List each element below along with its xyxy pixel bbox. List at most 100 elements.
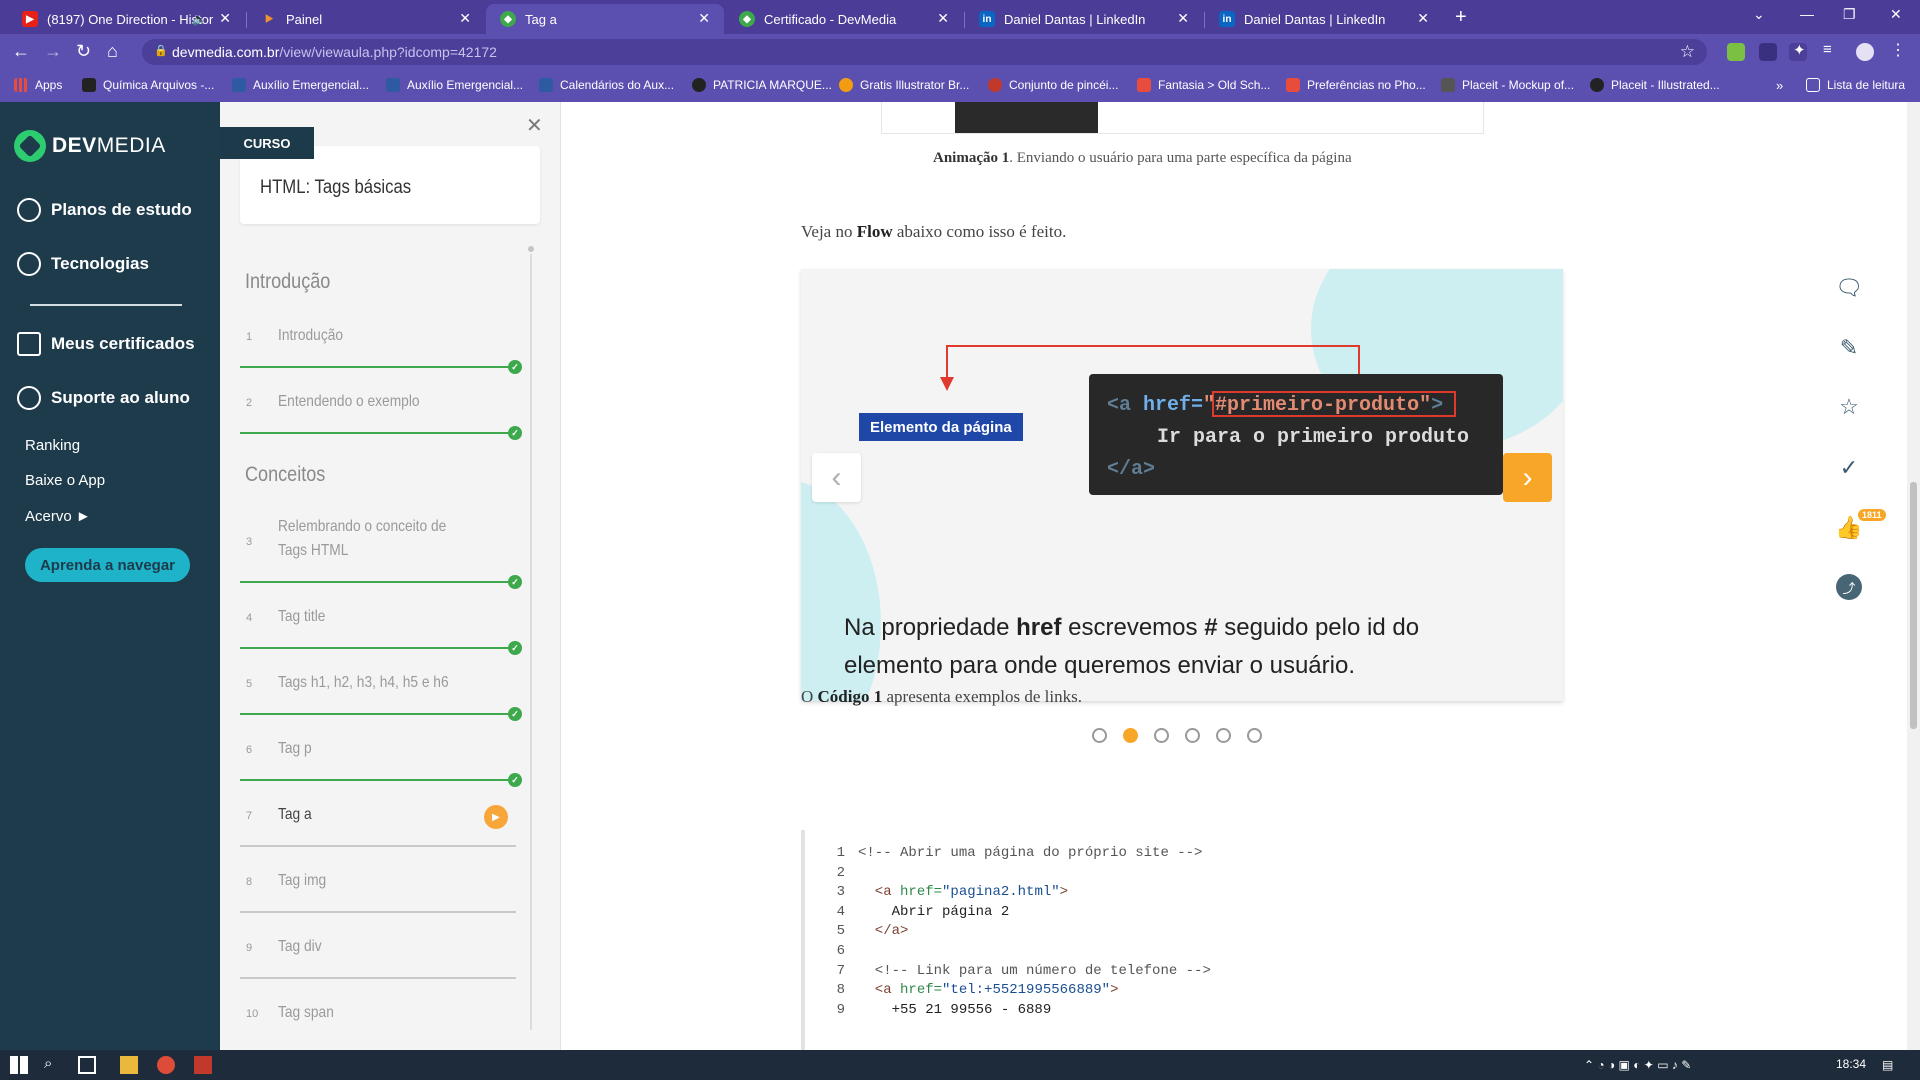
close-icon[interactable]: ✕ <box>526 113 543 138</box>
notifications-icon[interactable]: ▤ <box>1882 1058 1893 1072</box>
lesson-item[interactable]: 9 Tag div <box>240 913 525 979</box>
reload-icon[interactable]: ↻ <box>76 41 91 62</box>
close-tab-icon[interactable]: ✕ <box>937 10 949 27</box>
pagination-dot[interactable] <box>1154 728 1169 743</box>
more-bookmarks-icon[interactable]: » <box>1776 78 1783 93</box>
bookmark[interactable]: Gratis Illustrator Br... <box>839 78 969 92</box>
bookmark[interactable]: Placeit - Mockup of... <box>1441 78 1574 92</box>
tab[interactable]: ⯈ Painel ✕ <box>247 4 485 34</box>
star-icon[interactable]: ☆ <box>1837 394 1861 419</box>
bookmarks-bar: Apps Química Arquivos -... Auxílio Emerg… <box>0 70 1920 102</box>
bookmark-apps[interactable]: Apps <box>14 78 62 92</box>
extension-icon[interactable] <box>1727 43 1745 61</box>
bookmark[interactable]: Preferências no Pho... <box>1286 78 1426 92</box>
devmedia-logo[interactable]: DEVMEDIA <box>14 130 166 162</box>
reading-list-icon[interactable]: ≡ <box>1823 41 1841 59</box>
bookmark[interactable]: Calendários do Aux... <box>539 78 674 92</box>
minimize-button[interactable]: — <box>1800 6 1814 22</box>
tab[interactable]: in Daniel Dantas | LinkedIn ✕ <box>965 4 1203 34</box>
check-circle-icon[interactable]: ✓ <box>1837 455 1861 480</box>
lesson-item-current[interactable]: 7 Tag a ▶ <box>240 781 525 847</box>
pagination-dot[interactable] <box>1123 728 1138 743</box>
course-title[interactable]: HTML: Tags básicas <box>260 177 411 199</box>
lesson-item[interactable]: 8 Tag img <box>240 847 525 913</box>
scrollbar-thumb[interactable] <box>1910 482 1917 729</box>
logo-text: DEVMEDIA <box>52 134 166 157</box>
nav-item-certificados[interactable]: Meus certificados <box>17 332 195 356</box>
lesson-item[interactable]: 3 Relembrando o conceito de Tags HTML ✓ <box>240 506 525 589</box>
pagination-dot[interactable] <box>1216 728 1231 743</box>
nav-item-app[interactable]: Baixe o App <box>25 472 105 489</box>
share-icon[interactable]: ⤴ <box>1836 574 1862 600</box>
code-text: <a href="pagina2.html"> <box>858 884 1069 901</box>
animation-thumbnail[interactable] <box>955 102 1098 133</box>
pagination-dot[interactable] <box>1247 728 1262 743</box>
learn-navigation-button[interactable]: Aprenda a navegar <box>25 548 190 582</box>
home-icon[interactable]: ⌂ <box>107 41 118 62</box>
bookmark[interactable]: Placeit - Illustrated... <box>1590 78 1720 92</box>
lesson-item[interactable]: 4 Tag title ✓ <box>240 583 525 655</box>
windows-start-icon[interactable] <box>10 1056 28 1074</box>
reading-list[interactable]: Lista de leitura <box>1806 78 1905 92</box>
tab[interactable]: ◆ Certificado - DevMedia ✕ <box>725 4 963 34</box>
restore-button[interactable]: ❐ <box>1843 6 1856 23</box>
lesson-item[interactable]: 5 Tags h1, h2, h3, h4, h5 e h6 ✓ <box>240 649 525 721</box>
bookmark[interactable]: Auxílio Emergencial... <box>386 78 523 92</box>
window-close-button[interactable]: ✕ <box>1890 6 1902 23</box>
task-view-icon[interactable] <box>78 1056 96 1074</box>
lesson-item[interactable]: 2 Entendendo o exemplo ✓ <box>240 368 525 440</box>
close-tab-icon[interactable]: ✕ <box>219 10 231 27</box>
tab-active[interactable]: ◆ Tag a ✕ <box>486 4 724 34</box>
tab-search-icon[interactable]: ⌄ <box>1753 6 1765 23</box>
speaker-icon[interactable]: 🔈 <box>192 12 207 26</box>
app-icon[interactable] <box>194 1056 212 1074</box>
pagination-dot[interactable] <box>1092 728 1107 743</box>
comment-icon[interactable]: 🗨 <box>1835 275 1863 300</box>
lesson-scroll-track[interactable] <box>530 250 532 1030</box>
like-icon[interactable]: 👍 <box>1835 515 1862 540</box>
file-explorer-icon[interactable] <box>120 1056 138 1074</box>
nav-item-acervo[interactable]: Acervo ► <box>25 508 91 525</box>
bookmark-favicon-icon <box>1286 78 1300 92</box>
notes-icon[interactable]: ✎ <box>1837 335 1861 360</box>
lesson-item[interactable]: 6 Tag p ✓ <box>240 715 525 787</box>
nav-item-ranking[interactable]: Ranking <box>25 437 80 454</box>
nav-item-suporte[interactable]: Suporte ao aluno <box>17 386 190 410</box>
search-icon[interactable]: ⌕ <box>44 1055 62 1073</box>
avatar[interactable] <box>1856 43 1874 61</box>
close-tab-icon[interactable]: ✕ <box>459 10 471 27</box>
extension-icon[interactable] <box>1759 43 1777 61</box>
bookmark[interactable]: Fantasia > Old Sch... <box>1137 78 1270 92</box>
tab[interactable]: ▶ (8197) One Direction - Histor 🔈 ✕ <box>8 4 245 34</box>
tray-icons[interactable]: ⌃ ◔ ◑ ▣ ◐ ✦ ▭ ♪ ✎ <box>1584 1058 1691 1072</box>
pagination-dot[interactable] <box>1185 728 1200 743</box>
devmedia-icon: ◆ <box>739 11 755 27</box>
lesson-item[interactable]: 10 Tag span <box>240 979 525 1045</box>
close-tab-icon[interactable]: ✕ <box>1417 10 1429 27</box>
nav-label: Suporte ao aluno <box>51 388 190 407</box>
bookmark[interactable]: Química Arquivos -... <box>82 78 214 92</box>
tab[interactable]: in Daniel Dantas | LinkedIn ✕ <box>1205 4 1443 34</box>
bookmark-star-icon[interactable]: ☆ <box>1680 42 1695 62</box>
back-icon[interactable]: ← <box>12 41 30 62</box>
puzzle-icon[interactable]: ✦ <box>1793 41 1811 59</box>
play-icon[interactable]: ▶ <box>484 805 508 829</box>
close-tab-icon[interactable]: ✕ <box>1177 10 1189 27</box>
address-bar[interactable]: 🔒 devmedia.com.br/view/viewaula.php?idco… <box>142 39 1707 65</box>
bookmark[interactable]: Conjunto de pincéi... <box>988 78 1118 92</box>
next-slide-button[interactable]: › <box>1503 453 1552 502</box>
close-tab-icon[interactable]: ✕ <box>698 10 710 27</box>
page-scrollbar[interactable] <box>1907 102 1920 1050</box>
lesson-scroll-handle[interactable] <box>526 244 536 254</box>
lesson-item[interactable]: 1 Introdução ✓ <box>240 302 525 374</box>
bookmark[interactable]: Auxílio Emergencial... <box>232 78 369 92</box>
bookmark[interactable]: PATRICIA MARQUE... <box>692 78 832 92</box>
nav-item-planos[interactable]: Planos de estudo <box>17 198 192 222</box>
chrome-icon[interactable] <box>157 1056 175 1074</box>
forward-icon[interactable]: → <box>44 41 62 62</box>
menu-icon[interactable]: ⋮ <box>1890 40 1908 59</box>
previous-slide-button[interactable]: ‹ <box>812 453 861 502</box>
nav-label: Tecnologias <box>51 254 149 273</box>
new-tab-button[interactable]: + <box>1455 6 1467 29</box>
nav-item-tecnologias[interactable]: Tecnologias <box>17 252 149 276</box>
